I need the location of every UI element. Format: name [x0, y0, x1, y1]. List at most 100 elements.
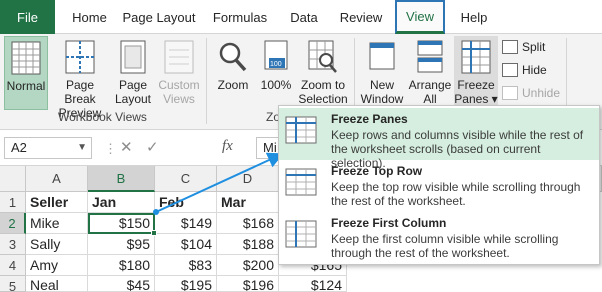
- arrange-all-button[interactable]: Arrange All: [406, 36, 454, 110]
- column-header-c[interactable]: C: [155, 166, 217, 192]
- table-cell[interactable]: $195: [155, 276, 217, 292]
- cancel-icon[interactable]: ✕: [120, 138, 133, 156]
- row-header-4[interactable]: 4: [0, 255, 26, 276]
- unhide-button[interactable]: Unhide: [500, 84, 560, 102]
- zoom-to-selection-button[interactable]: Zoom to Selection: [296, 36, 350, 110]
- table-cell[interactable]: $168: [217, 213, 279, 234]
- split-icon: [502, 40, 518, 54]
- custom-views-label: Custom Views: [156, 78, 202, 106]
- fill-handle[interactable]: [151, 230, 157, 236]
- tab-formulas[interactable]: Formulas: [205, 0, 275, 34]
- workbook-views-group-label: Workbook Views: [58, 110, 147, 124]
- arrange-all-label-line1: Arrange: [408, 78, 452, 92]
- cell-header-feb[interactable]: Feb: [155, 192, 217, 213]
- tab-file[interactable]: File: [0, 0, 55, 34]
- unhide-window-icon: [502, 86, 518, 100]
- formula-bar-dots: ⋮: [104, 141, 117, 156]
- tab-view[interactable]: View: [395, 0, 445, 34]
- chevron-down-icon[interactable]: ▼: [77, 138, 87, 158]
- normal-view-button[interactable]: Normal: [4, 36, 48, 110]
- normal-label-line: Normal: [6, 79, 46, 93]
- menu-item-freeze-panes[interactable]: Freeze Panes Keep rows and columns visib…: [279, 108, 599, 170]
- split-label: Split: [522, 40, 546, 54]
- column-header-d[interactable]: D: [217, 166, 279, 192]
- freeze-panes-label: Freeze Panes ▾: [454, 78, 498, 106]
- cell-header-jan[interactable]: Jan: [88, 192, 155, 213]
- freeze-panes-icon: [461, 40, 491, 74]
- page-layout-label: Page Layout: [112, 78, 154, 106]
- page-layout-icon: [120, 40, 146, 74]
- page-break-preview-button[interactable]: Page Break Preview: [50, 36, 110, 120]
- custom-views-button[interactable]: Custom Views: [156, 36, 202, 110]
- zoom-button[interactable]: Zoom: [210, 36, 256, 110]
- new-window-button[interactable]: New Window: [358, 36, 406, 110]
- table-cell[interactable]: $45: [88, 276, 155, 292]
- table-cell[interactable]: $196: [217, 276, 279, 292]
- zoom-label-line: Zoom: [217, 78, 249, 92]
- tab-page-layout[interactable]: Page Layout: [119, 0, 199, 34]
- group-separator: [206, 38, 207, 124]
- arrange-all-label-line2: All: [423, 92, 437, 106]
- table-cell[interactable]: $200: [217, 255, 279, 276]
- table-cell[interactable]: Neal: [26, 276, 88, 292]
- zoom-100-label-line: 100%: [260, 78, 292, 92]
- table-cell[interactable]: $104: [155, 234, 217, 255]
- table-cell[interactable]: Mike: [26, 213, 88, 234]
- row-header-3[interactable]: 3: [0, 234, 26, 255]
- zoom-to-selection-icon: [308, 40, 337, 73]
- row-header-5[interactable]: 5: [0, 276, 26, 292]
- table-cell[interactable]: $95: [88, 234, 155, 255]
- column-header-a[interactable]: A: [26, 166, 88, 192]
- table-cell[interactable]: Amy: [26, 255, 88, 276]
- freeze-panes-label-line2: Panes ▾: [454, 92, 498, 106]
- normal-label: Normal: [5, 79, 47, 93]
- tab-help[interactable]: Help: [452, 0, 496, 34]
- table-cell[interactable]: $124: [279, 276, 347, 292]
- name-box-value: A2: [11, 140, 27, 155]
- active-cell-selection[interactable]: [88, 213, 157, 236]
- zoom-100-button[interactable]: 100 100%: [256, 36, 296, 110]
- new-window-label-line1: New: [369, 78, 394, 92]
- custom-views-label-line1: Custom: [158, 78, 200, 92]
- custom-views-icon: [164, 40, 194, 74]
- page-layout-view-button[interactable]: Page Layout: [112, 36, 154, 110]
- zoom-100-label: 100%: [256, 78, 296, 92]
- cell-header-seller[interactable]: Seller: [26, 192, 88, 213]
- freeze-first-column-description: Keep the first column visible while scro…: [331, 232, 559, 260]
- tab-data[interactable]: Data: [282, 0, 326, 34]
- freeze-panes-button[interactable]: Freeze Panes ▾: [454, 36, 498, 110]
- zoom-label: Zoom: [210, 78, 256, 92]
- new-window-label: New Window: [358, 78, 406, 106]
- table-cell[interactable]: Sally: [26, 234, 88, 255]
- table-cell[interactable]: $188: [217, 234, 279, 255]
- hide-button[interactable]: Hide: [500, 61, 547, 79]
- page-break-label-line1: Page Break: [64, 78, 96, 106]
- hide-window-icon: [502, 63, 518, 77]
- table-cell[interactable]: $149: [155, 213, 217, 234]
- page-break-preview-icon: [65, 40, 95, 74]
- tab-review[interactable]: Review: [333, 0, 389, 34]
- row-header-2[interactable]: 2: [0, 213, 26, 234]
- insert-function-icon[interactable]: fx: [222, 138, 233, 155]
- split-button[interactable]: Split: [500, 38, 545, 56]
- freeze-panes-title: Freeze Panes: [331, 112, 408, 126]
- name-box[interactable]: A2 ▼: [4, 137, 92, 159]
- zoom-to-selection-label-line2: Selection: [298, 92, 348, 106]
- tab-home[interactable]: Home: [62, 0, 117, 34]
- cell-header-mar[interactable]: Mar: [217, 192, 279, 213]
- ribbon-tab-bar: File Home Page Layout Formulas Data Revi…: [0, 0, 602, 34]
- freeze-panes-label-line1: Freeze: [457, 78, 495, 92]
- column-header-b[interactable]: B: [88, 166, 155, 192]
- freeze-top-row-description: Keep the top row visible while scrolling…: [331, 180, 581, 208]
- menu-item-freeze-first-column[interactable]: Freeze First Column Keep the first colum…: [279, 212, 599, 264]
- zoom-to-selection-label-line1: Zoom to: [300, 78, 345, 92]
- enter-icon[interactable]: ✓: [146, 138, 159, 156]
- select-all-corner[interactable]: [0, 166, 26, 192]
- zoom-to-selection-label: Zoom to Selection: [296, 78, 350, 106]
- freeze-first-column-title: Freeze First Column: [331, 216, 447, 230]
- row-header-1[interactable]: 1: [0, 192, 26, 213]
- freeze-panes-icon: [285, 116, 317, 144]
- table-cell[interactable]: $83: [155, 255, 217, 276]
- table-cell[interactable]: $180: [88, 255, 155, 276]
- menu-item-freeze-top-row[interactable]: Freeze Top Row Keep the top row visible …: [279, 160, 599, 212]
